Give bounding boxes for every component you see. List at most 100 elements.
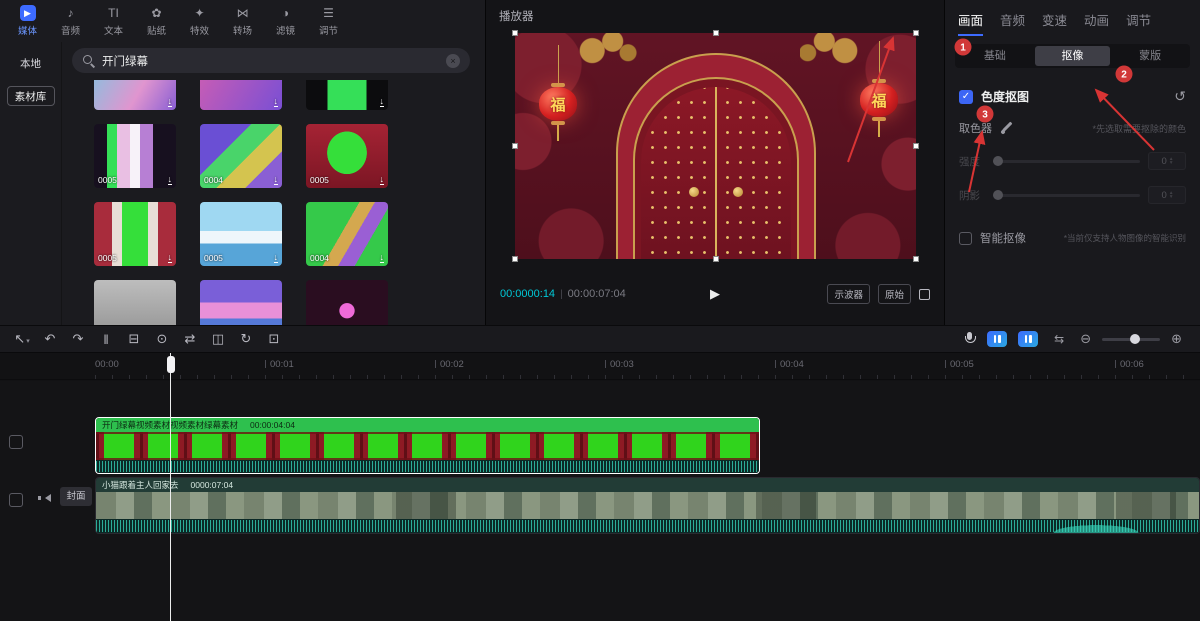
media-item[interactable]: 0004↓ (200, 124, 282, 188)
download-icon[interactable]: ↓ (273, 97, 278, 107)
stepper-down-icon[interactable]: ▾ (1170, 161, 1173, 166)
filter-icon: ◑ (281, 6, 290, 20)
tab-media[interactable]: ▶ 媒体 (6, 5, 49, 37)
download-icon[interactable]: ↓ (379, 253, 384, 263)
media-item[interactable]: 0005 ↓ (200, 202, 282, 266)
media-item[interactable]: ↓ (306, 80, 388, 110)
split-icon[interactable]: ‖ (92, 332, 120, 347)
clear-search-icon[interactable]: × (446, 53, 460, 68)
download-icon[interactable]: ↓ (273, 253, 278, 263)
media-item[interactable]: 0006↓ (200, 280, 282, 325)
sidebar-item-local[interactable]: 本地 (7, 54, 55, 74)
auto-snap-toggle[interactable] (1018, 331, 1039, 347)
media-item[interactable]: 0005 ↓ (94, 124, 176, 188)
freeze-frame-icon[interactable]: ⊙ (148, 331, 176, 347)
scope-button[interactable]: 示波器 (827, 284, 870, 304)
zoom-slider-handle[interactable] (1130, 334, 1141, 344)
resize-handle[interactable] (712, 256, 719, 262)
timeline-zoom-slider[interactable] (1102, 334, 1161, 344)
track2-speaker-icon[interactable] (36, 491, 51, 505)
media-item[interactable]: 0003↓ (306, 280, 388, 325)
resize-handle[interactable] (913, 143, 919, 149)
mirror-icon[interactable]: ◫ (204, 331, 232, 347)
tab-transition[interactable]: ⋈ 转场 (221, 5, 264, 37)
download-icon[interactable]: ↓ (167, 97, 172, 107)
reverse-icon[interactable]: ⇄ (176, 331, 204, 347)
resize-handle[interactable] (512, 30, 518, 36)
resize-handle[interactable] (512, 143, 518, 149)
redo-icon[interactable]: ↷ (64, 331, 92, 347)
tab-sticker[interactable]: ✿ 贴纸 (135, 5, 178, 37)
subtab-mask[interactable]: 蒙版 (1112, 46, 1188, 66)
property-tabs: 画面 音频 变速 动画 调节 (945, 0, 1200, 38)
sidebar-item-library[interactable]: 素材库 (6, 86, 55, 106)
main-track-magnet-toggle[interactable] (987, 331, 1008, 347)
duration-badge: 0005 (98, 175, 117, 185)
playhead[interactable] (166, 353, 175, 621)
media-item[interactable]: 0004↓ (94, 280, 176, 325)
shadow-slider[interactable] (993, 189, 1140, 200)
select-tool-icon[interactable]: ↖▾ (8, 331, 36, 347)
lantern-right: 福 (860, 41, 898, 137)
tab-speed[interactable]: 变速 (1042, 10, 1067, 29)
search-input[interactable]: 开门绿幕 × (72, 48, 470, 73)
cat-video-clip[interactable]: 小猫跟着主人回家去 0000:07:04 (95, 477, 1200, 534)
tab-adjust[interactable]: ☰ 调节 (307, 5, 350, 37)
reset-icon[interactable]: ↺ (1174, 88, 1186, 105)
undo-icon[interactable]: ↶ (36, 331, 64, 347)
tab-effect[interactable]: ✦ 特效 (178, 5, 221, 37)
intensity-slider[interactable] (993, 155, 1140, 166)
stepper-down-icon[interactable]: ▾ (1170, 195, 1173, 200)
tab-text[interactable]: TI 文本 (92, 5, 135, 37)
media-item[interactable]: ↓ (200, 80, 282, 110)
subtab-keying[interactable]: 抠像 (1034, 46, 1111, 66)
slider-handle[interactable] (993, 155, 1003, 166)
download-icon[interactable]: ↓ (273, 175, 278, 185)
clip-name: 小猫跟着主人回家去 (102, 480, 179, 490)
download-icon[interactable]: ↓ (379, 175, 384, 185)
cover-button[interactable]: 封面 (60, 487, 92, 506)
playhead-handle[interactable] (166, 356, 175, 373)
tab-picture[interactable]: 画面 (958, 10, 984, 36)
tab-audio[interactable]: ♪ 音频 (49, 5, 92, 37)
linkage-toggle[interactable]: ⇆ (1049, 331, 1069, 347)
resize-handle[interactable] (512, 256, 518, 262)
media-item[interactable]: 0005 ↓ (94, 202, 176, 266)
resize-handle[interactable] (712, 30, 719, 36)
play-button[interactable]: ▶ (710, 286, 720, 302)
crop-icon[interactable]: ⊡ (260, 331, 288, 347)
intensity-value[interactable]: 0 ▴ ▾ (1148, 152, 1186, 170)
tab-animation[interactable]: 动画 (1084, 10, 1109, 29)
media-item[interactable]: 0005 ↓ (306, 124, 388, 188)
original-ratio-button[interactable]: 原始 (877, 284, 911, 304)
zoom-in-icon[interactable]: ⊕ (1171, 331, 1182, 347)
download-icon[interactable]: ↓ (167, 175, 172, 185)
zoom-out-icon[interactable]: ⊖ (1080, 331, 1091, 347)
player-controls: 00:0000:14 | 00:00:07:04 ▶ 示波器 原始 (486, 282, 944, 306)
resize-handle[interactable] (913, 30, 919, 36)
shadow-value[interactable]: 0 ▴ ▾ (1148, 186, 1186, 204)
resize-handle[interactable] (913, 256, 919, 262)
tab-audio-props[interactable]: 音频 (1000, 10, 1025, 29)
track2-toggle-icon[interactable] (9, 493, 23, 507)
eyedropper-icon[interactable] (1000, 122, 1013, 135)
green-screen-clip[interactable]: 开门绿幕视频素材视频素材绿幕素材 00:00:04:04 (95, 417, 760, 474)
tab-filter[interactable]: ◑ 滤镜 (264, 5, 307, 37)
smart-keying-checkbox[interactable] (959, 231, 972, 245)
track1-toggle-icon[interactable] (9, 435, 23, 449)
slider-handle[interactable] (993, 189, 1003, 200)
fullscreen-icon[interactable] (919, 288, 930, 300)
download-icon[interactable]: ↓ (167, 253, 172, 263)
record-mic-icon[interactable] (963, 331, 977, 347)
tab-adjust-props[interactable]: 调节 (1126, 10, 1151, 29)
subtab-basic[interactable]: 基础 (957, 46, 1033, 66)
video-preview[interactable]: 福 福 (512, 30, 919, 262)
rotate-icon[interactable]: ↻ (232, 331, 260, 347)
media-item[interactable]: 0004↓ (306, 202, 388, 266)
delete-icon[interactable]: ⊟ (120, 331, 148, 347)
media-item[interactable]: ↓ (94, 80, 176, 110)
timeline-ruler[interactable]: 00:00 00:01 00:02 00:03 00:04 00:05 00:0… (0, 353, 1200, 380)
download-icon[interactable]: ↓ (379, 97, 384, 107)
chroma-key-checkbox[interactable]: ✓ (959, 89, 973, 104)
ruler-tick: 00:03 (605, 359, 634, 370)
